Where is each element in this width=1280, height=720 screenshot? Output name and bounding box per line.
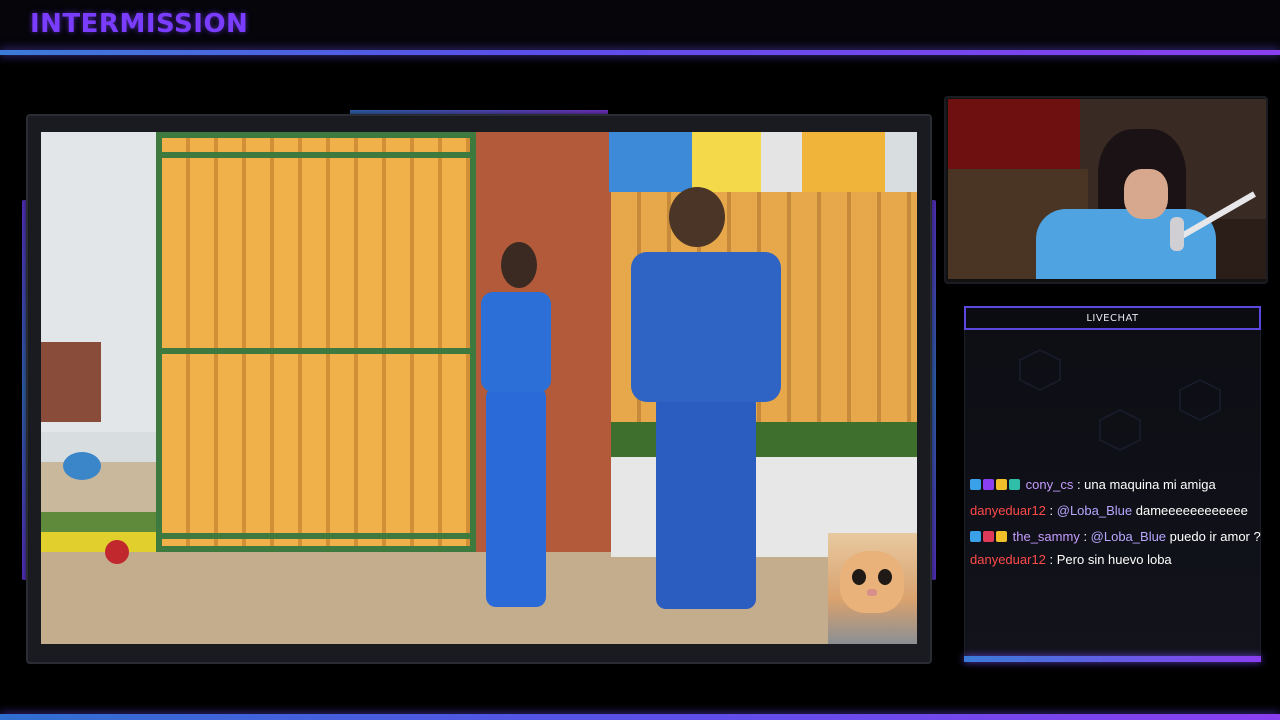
arrow-badge-icon xyxy=(970,531,981,542)
chat-username[interactable]: danyeduar12 xyxy=(970,503,1046,518)
cat-overlay-image xyxy=(828,533,917,644)
chat-separator: : xyxy=(1045,552,1057,567)
chat-text: Pero sin huevo loba xyxy=(1056,552,1172,567)
gift-badge-icon xyxy=(1009,479,1020,490)
one-badge-icon xyxy=(996,479,1007,490)
scene-gate xyxy=(156,132,476,552)
scene-red-ball xyxy=(105,540,129,564)
arrow-badge-icon xyxy=(970,479,981,490)
person-man-head xyxy=(669,187,725,247)
chat-mention[interactable]: @Loba_Blue xyxy=(1091,529,1166,544)
chat-text: dameeeeeeeeeeee xyxy=(1135,503,1248,518)
livechat-header: LIVECHAT xyxy=(964,306,1261,330)
gate-bar xyxy=(162,152,470,158)
chat-bottom-accent xyxy=(964,656,1261,662)
streamer-body xyxy=(1036,209,1216,279)
cat-face xyxy=(840,551,904,613)
chat-message: danyeduar12 : @Loba_Blue dameeeeeeeeeeee xyxy=(970,498,1280,524)
footer-divider xyxy=(0,714,1280,720)
intermission-title: INTERMISSION xyxy=(30,9,249,39)
person-woman-torso xyxy=(481,292,551,392)
person-man-torso xyxy=(631,252,781,402)
heart-badge-icon xyxy=(983,531,994,542)
chat-text: una maquina mi amiga xyxy=(1084,477,1216,492)
scene-ground xyxy=(41,552,917,644)
gate-bar xyxy=(162,533,470,539)
chat-mention[interactable]: @Loba_Blue xyxy=(1057,503,1132,518)
person-woman xyxy=(486,387,546,607)
header-divider xyxy=(0,50,1280,55)
microphone xyxy=(1170,217,1184,251)
main-video[interactable] xyxy=(41,132,917,644)
scene-blue-ball xyxy=(63,452,101,480)
person-woman-head xyxy=(501,242,537,288)
webcam-feed[interactable] xyxy=(948,99,1266,279)
hexagon-decoration xyxy=(1019,349,1221,451)
scene-bench xyxy=(41,342,101,422)
chat-message: danyeduar12 : Pero sin huevo loba xyxy=(970,547,1280,573)
chat-username[interactable]: the_sammy xyxy=(1013,529,1080,544)
chat-username[interactable]: danyeduar12 xyxy=(970,552,1046,567)
heart-badge-icon xyxy=(983,479,994,490)
chat-separator: : xyxy=(1079,529,1091,544)
chat-username[interactable]: cony_cs xyxy=(1026,477,1074,492)
webcam-curtain xyxy=(948,99,1080,169)
livechat-title: LIVECHAT xyxy=(1086,312,1139,324)
scene-mural xyxy=(609,132,885,192)
chat-message-list: cony_cs : una maquina mi amiga danyeduar1… xyxy=(970,472,1280,573)
chat-message: cony_cs : una maquina mi amiga xyxy=(970,472,1280,498)
gate-bar xyxy=(162,348,470,354)
person-man xyxy=(656,394,756,609)
chat-separator: : xyxy=(1045,503,1057,518)
cat-eye xyxy=(878,569,892,585)
chat-text: puedo ir amor ? xyxy=(1169,529,1261,544)
streamer-face xyxy=(1124,169,1168,219)
chat-message: the_sammy : @Loba_Blue puedo ir amor ? xyxy=(970,524,1280,547)
chat-separator: : xyxy=(1073,477,1085,492)
cat-nose xyxy=(867,589,877,596)
stream-header: INTERMISSION xyxy=(0,0,1280,56)
crown-badge-icon xyxy=(996,531,1007,542)
cat-eye xyxy=(852,569,866,585)
